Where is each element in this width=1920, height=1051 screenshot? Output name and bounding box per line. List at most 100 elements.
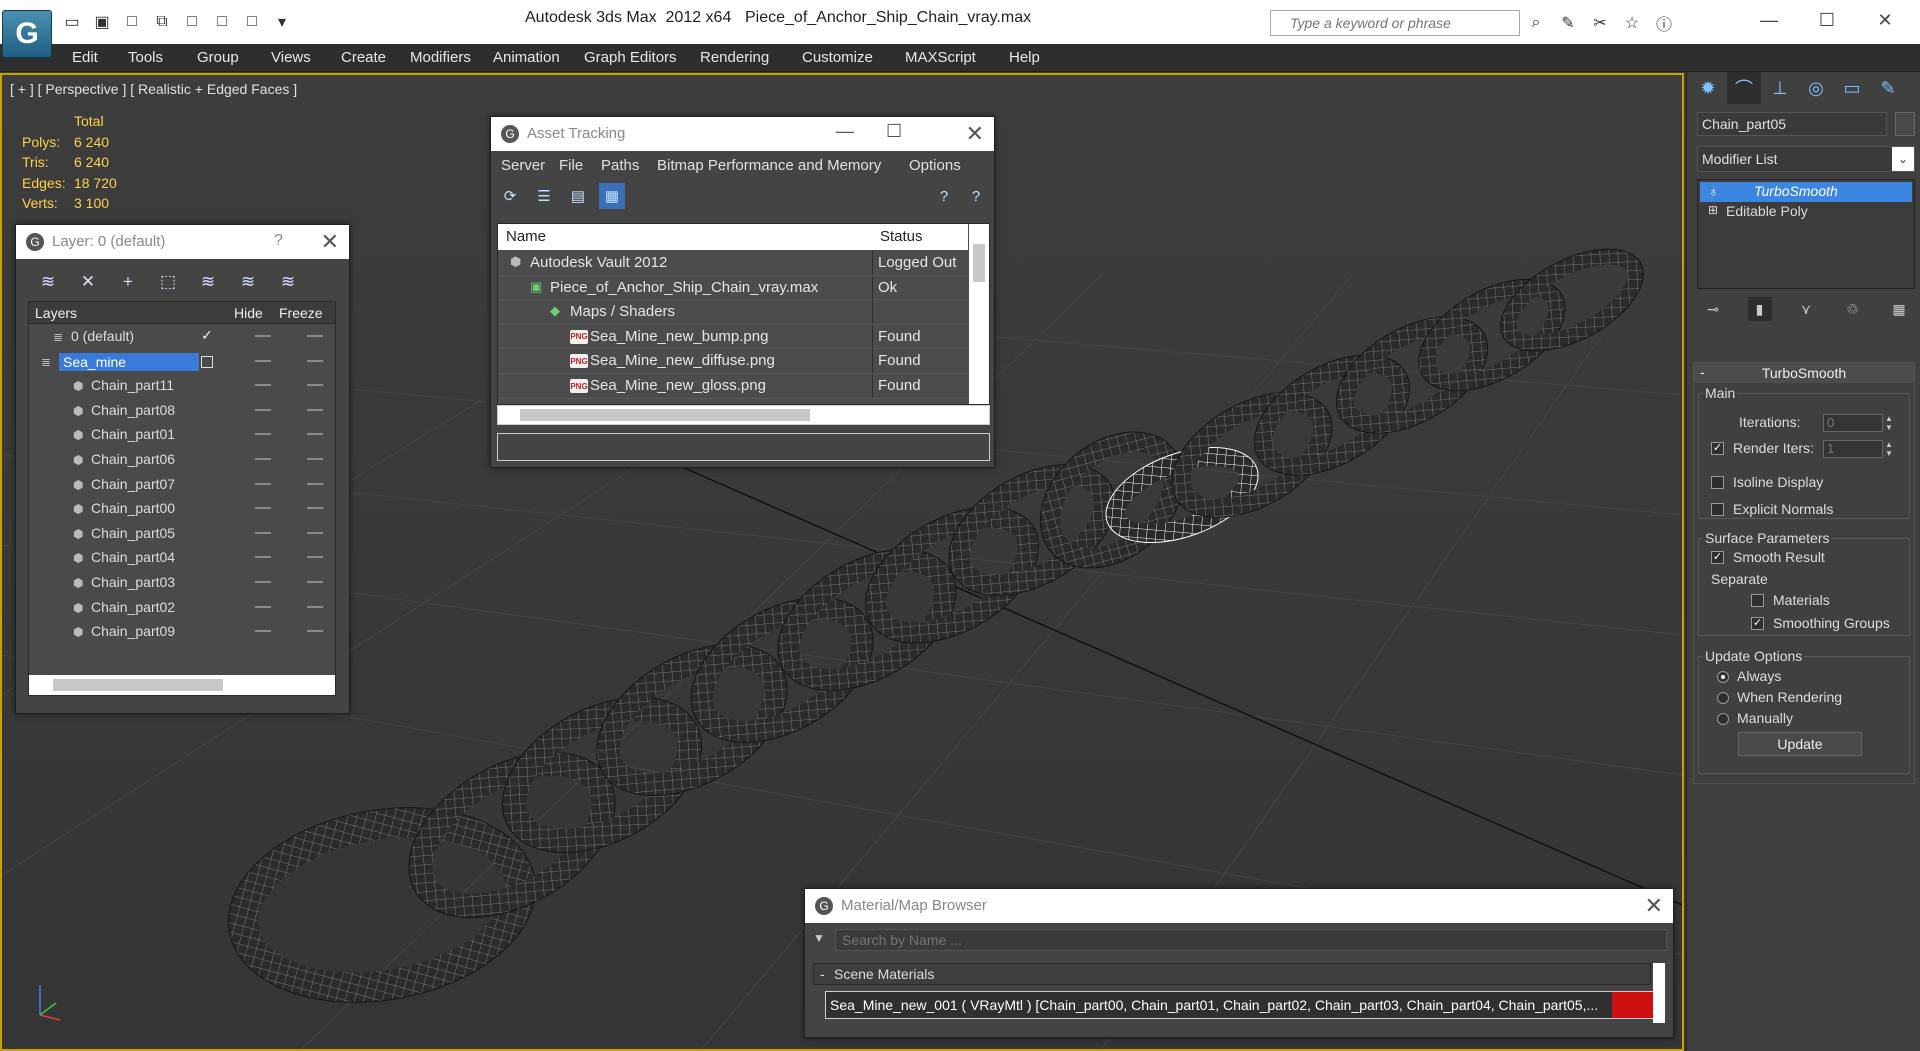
update-button[interactable]: Update [1738,732,1862,756]
menu-help[interactable]: Help [1009,49,1040,66]
hold-icon[interactable]: ⧉ [148,8,176,36]
asset-window-titlebar[interactable]: G Asset Tracking — ☐ ✕ [491,117,994,151]
always-radio[interactable] [1717,671,1729,683]
object-color-swatch[interactable] [1895,112,1915,136]
hide-unhide-all-icon[interactable]: ≋ [230,267,266,297]
chevron-down-icon[interactable]: ⌄ [1892,147,1914,171]
hide-toggle[interactable] [255,482,271,485]
lightbulb-icon[interactable]: ♁ [1708,183,1719,199]
stack-item-editable-poly[interactable]: ⊞ Editable Poly [1700,202,1912,222]
menu-rendering[interactable]: Rendering [700,49,769,66]
maximize-icon[interactable]: ☐ [1798,4,1856,36]
menu-create[interactable]: Create [341,49,386,66]
stack-item-turbosmooth[interactable]: ♁ TurboSmooth [1700,182,1912,202]
freeze-toggle[interactable] [307,482,323,485]
chain-link[interactable] [1495,239,1649,361]
freeze-toggle[interactable] [307,556,323,559]
menu-modifiers[interactable]: Modifiers [410,49,471,66]
utilities-tab-icon[interactable]: ✎ [1871,72,1905,104]
layer-window-titlebar[interactable]: G Layer: 0 (default) ? ✕ [16,225,349,259]
freeze-unfreeze-all-icon[interactable]: ≋ [270,267,306,297]
minimize-icon[interactable]: — [836,121,854,142]
hide-toggle[interactable] [255,384,271,387]
turbosmooth-rollout-header[interactable]: - TurboSmooth [1694,363,1914,383]
qat-dropdown-icon[interactable]: ▾ [268,8,296,36]
tree-view-icon[interactable]: ▤ [565,183,591,209]
help-button[interactable]: ? [274,232,283,250]
context-help-icon[interactable]: ? [963,183,989,209]
menu-customize[interactable]: Customize [802,49,873,66]
close-icon[interactable]: ✕ [1856,4,1914,36]
menu-maxscript[interactable]: MAXScript [905,49,976,66]
asset-menu-file[interactable]: File [559,157,583,174]
when-rendering-radio[interactable] [1717,692,1729,704]
select-highlighted-icon[interactable]: ⬚ [150,267,186,297]
modifier-list-dropdown[interactable]: Modifier List ⌄ [1697,146,1915,172]
asset-menu-bitmap[interactable]: Bitmap Performance and Memory [657,157,881,174]
asset-row[interactable]: ▣ Piece_of_Anchor_Ship_Chain_vray.max Ok [498,275,968,301]
hide-toggle[interactable] [255,507,271,510]
configure-sets-icon[interactable]: ▦ [1887,297,1911,321]
layer-row[interactable]: ⬢ Chain_part06 [29,448,335,473]
layer-row[interactable]: ⬢ Chain_part02 [29,596,335,621]
material-vertical-scrollbar[interactable] [1653,963,1665,1023]
render-iters-spinner[interactable]: 1 [1823,440,1883,458]
asset-menu-server[interactable]: Server [501,157,545,174]
spinner-arrows-icon[interactable]: ▲ ▼ [1885,440,1895,458]
asset-path-field[interactable] [497,433,990,461]
asset-vertical-scrollbar[interactable] [969,224,989,404]
help-icon[interactable]: ⓘ [1653,12,1675,34]
list-view-icon[interactable]: ☰ [531,183,557,209]
pin-stack-icon[interactable]: ⊸ [1701,297,1725,321]
current-layer-check-icon[interactable]: ✓ [201,327,213,344]
freeze-toggle[interactable] [307,335,323,337]
hide-toggle[interactable] [255,433,271,436]
favorites-star-icon[interactable]: ☆ [1621,12,1643,34]
create-layer-icon[interactable]: ≋ [30,267,66,297]
isoline-display-checkbox[interactable] [1711,476,1724,489]
collapse-icon[interactable]: - [1700,364,1705,380]
layer-row[interactable]: ≣ 0 (default) ✓ [29,325,335,350]
layer-row[interactable]: ⬢ Chain_part07 [29,473,335,498]
material-window-titlebar[interactable]: G Material/Map Browser ✕ [805,889,1673,923]
menu-edit[interactable]: Edit [72,49,98,66]
status-column-header[interactable]: Status [880,228,923,245]
layer-row[interactable]: ⬢ Chain_part08 [29,399,335,424]
asset-row[interactable]: PNG Sea_Mine_new_bump.png Found [498,324,968,350]
material-list-item[interactable]: Sea_Mine_new_001 ( VRayMtl ) [Chain_part… [825,991,1655,1019]
asset-menu-options[interactable]: Options [909,157,961,174]
freeze-toggle[interactable] [307,408,323,411]
hide-toggle[interactable] [255,359,271,362]
help-icon[interactable]: ? [931,183,957,209]
object-name-field[interactable] [1697,112,1887,136]
show-end-result-icon[interactable]: ▮ [1747,297,1772,321]
browser-options-icon[interactable]: ▼ [813,931,825,945]
maximize-icon[interactable]: ☐ [886,121,902,142]
menu-animation[interactable]: Animation [493,49,560,66]
refresh-icon[interactable]: ⟳ [497,183,523,209]
remove-modifier-icon[interactable]: ♲ [1841,297,1865,321]
freeze-toggle[interactable] [307,531,323,534]
material-search-input[interactable] [835,929,1667,951]
spinner-arrows-icon[interactable]: ▲ ▼ [1885,414,1895,432]
undo-icon[interactable]: □ [178,8,206,36]
explicit-normals-checkbox[interactable] [1711,503,1724,516]
hide-toggle[interactable] [255,605,271,608]
freeze-toggle[interactable] [307,581,323,583]
motion-tab-icon[interactable]: ◎ [1799,72,1833,104]
layer-row[interactable]: ⬢ Chain_part11 [29,374,335,399]
expand-icon[interactable]: ⊞ [1708,203,1718,217]
asset-row[interactable]: PNG Sea_Mine_new_diffuse.png Found [498,349,968,374]
render-iters-checkbox[interactable]: ✓ [1711,442,1724,455]
hide-toggle[interactable] [255,531,271,534]
layer-row[interactable]: ⬢ Chain_part00 [29,497,335,522]
open-file-icon[interactable]: ▭ [58,8,86,36]
layer-row[interactable]: ⬢ Chain_part01 [29,423,335,448]
freeze-toggle[interactable] [307,630,323,633]
chain-link[interactable] [1163,380,1340,531]
freeze-toggle[interactable] [307,605,323,608]
collapse-icon[interactable]: - [820,966,825,982]
layer-row[interactable]: ⬢ Chain_part03 [29,571,335,596]
subscription-icon[interactable]: ✎ [1557,12,1579,34]
binoculars-icon[interactable]: ⌕ [1525,12,1547,34]
